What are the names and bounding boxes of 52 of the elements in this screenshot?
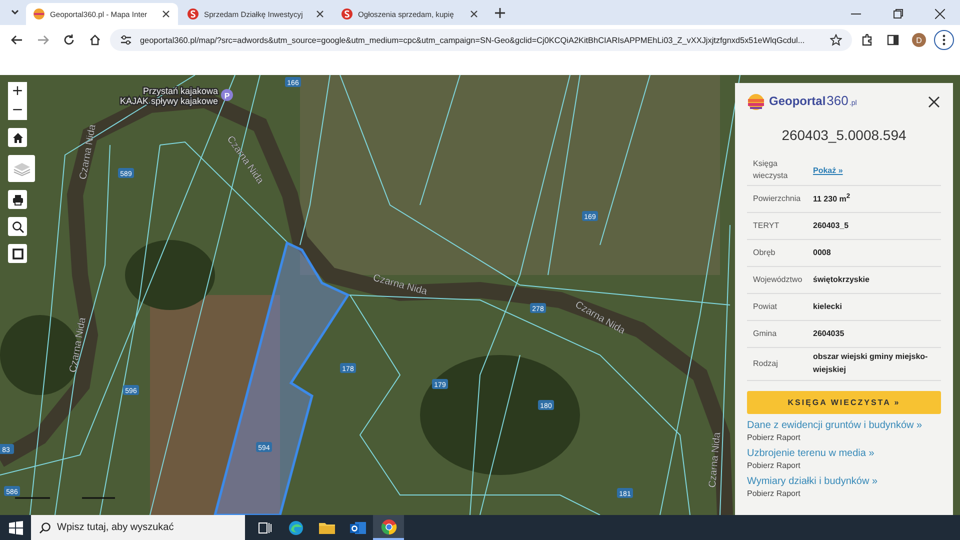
taskbar-search-field[interactable]: Wpisz tutaj, aby wyszukać	[31, 515, 245, 540]
attribute-value: 11 230 m$^{2}$	[813, 192, 850, 206]
show-link[interactable]: Pokaż »	[813, 166, 843, 174]
close-icon[interactable]	[927, 95, 941, 109]
attribute-label: Województwo	[753, 274, 804, 286]
attribute-label: TERYT	[753, 220, 780, 232]
menu-icon[interactable]	[934, 30, 954, 50]
logo-icon	[747, 93, 765, 111]
profile-avatar[interactable]: D	[912, 33, 926, 47]
attribute-label: Księga wieczysta	[753, 158, 789, 182]
poi-subtitle[interactable]: KAJAK spływy kajakowe	[120, 96, 218, 106]
attribute-label: Rodzaj	[753, 358, 779, 370]
bookmark-star-icon[interactable]	[830, 34, 842, 46]
home-icon[interactable]	[8, 128, 27, 147]
attribute-value: obszar wiejski gminy miejsko-wiejskiej	[813, 351, 929, 376]
logo-suffix: 360	[826, 93, 848, 108]
report-subtitle: Pobierz Raport	[747, 488, 800, 498]
parcel-id-title: 260403_5.0008.594	[780, 127, 908, 143]
river-label: Czarna Nida	[372, 272, 428, 298]
tab-favicon-icon	[341, 8, 353, 20]
close-tab-icon[interactable]	[315, 9, 325, 19]
search-icon[interactable]	[8, 217, 27, 236]
attribute-label: Powierzchnia	[753, 193, 802, 205]
land-register-button[interactable]: KSIĘGA WIECZYSTA »	[747, 390, 941, 414]
river-label: Czarna Nida	[68, 316, 88, 374]
print-icon[interactable]	[8, 190, 27, 209]
tab-favicon-icon	[187, 8, 199, 20]
attribute-value: 0008	[813, 246, 831, 259]
attribute-value: 260403_5	[813, 220, 849, 232]
tab-favicon-icon	[33, 8, 45, 20]
attribute-value: świętokrzyskie	[813, 274, 870, 286]
report-link[interactable]: Uzbrojenie terenu w media »	[747, 448, 874, 459]
square-icon[interactable]	[8, 244, 27, 263]
report-link[interactable]: Wymiary działki i budynków »	[747, 476, 878, 487]
address-bar[interactable]: geoportal360.pl/map/?src=adwords&utm_source=google&utm_medium=cpc&utm_campaign=SN-Geo&gclid=Cj0KCQiA2KitBhCIARIsAPPMEhLi03_Z_vXXJjxjtzfgnxd5x51eWlqGcdul...	[110, 29, 852, 51]
site-settings-icon[interactable]	[120, 34, 132, 46]
river-label: Czarna Nida	[707, 432, 724, 488]
attribute-label: Powiat	[753, 301, 778, 313]
new-tab-icon[interactable]	[492, 5, 508, 21]
close-tab-icon[interactable]	[161, 9, 171, 19]
river-label: Czarna Nida	[78, 124, 98, 180]
chrome-browser-icon[interactable]	[373, 515, 404, 540]
logo-name: Geoportal	[769, 94, 826, 108]
report-link[interactable]: Dane z ewidencji gruntów i budynków »	[747, 420, 922, 431]
report-subtitle: Pobierz Raport	[747, 432, 800, 442]
attribute-value: 2604035	[813, 328, 844, 340]
attribute-value: kielecki	[813, 300, 842, 313]
attribute-label: Obręb	[753, 247, 776, 259]
attribute-label: Gmina	[753, 328, 778, 340]
parking-pin-icon[interactable]: P	[221, 89, 233, 101]
report-subtitle: Pobierz Raport	[747, 460, 800, 470]
close-tab-icon[interactable]	[469, 9, 479, 19]
